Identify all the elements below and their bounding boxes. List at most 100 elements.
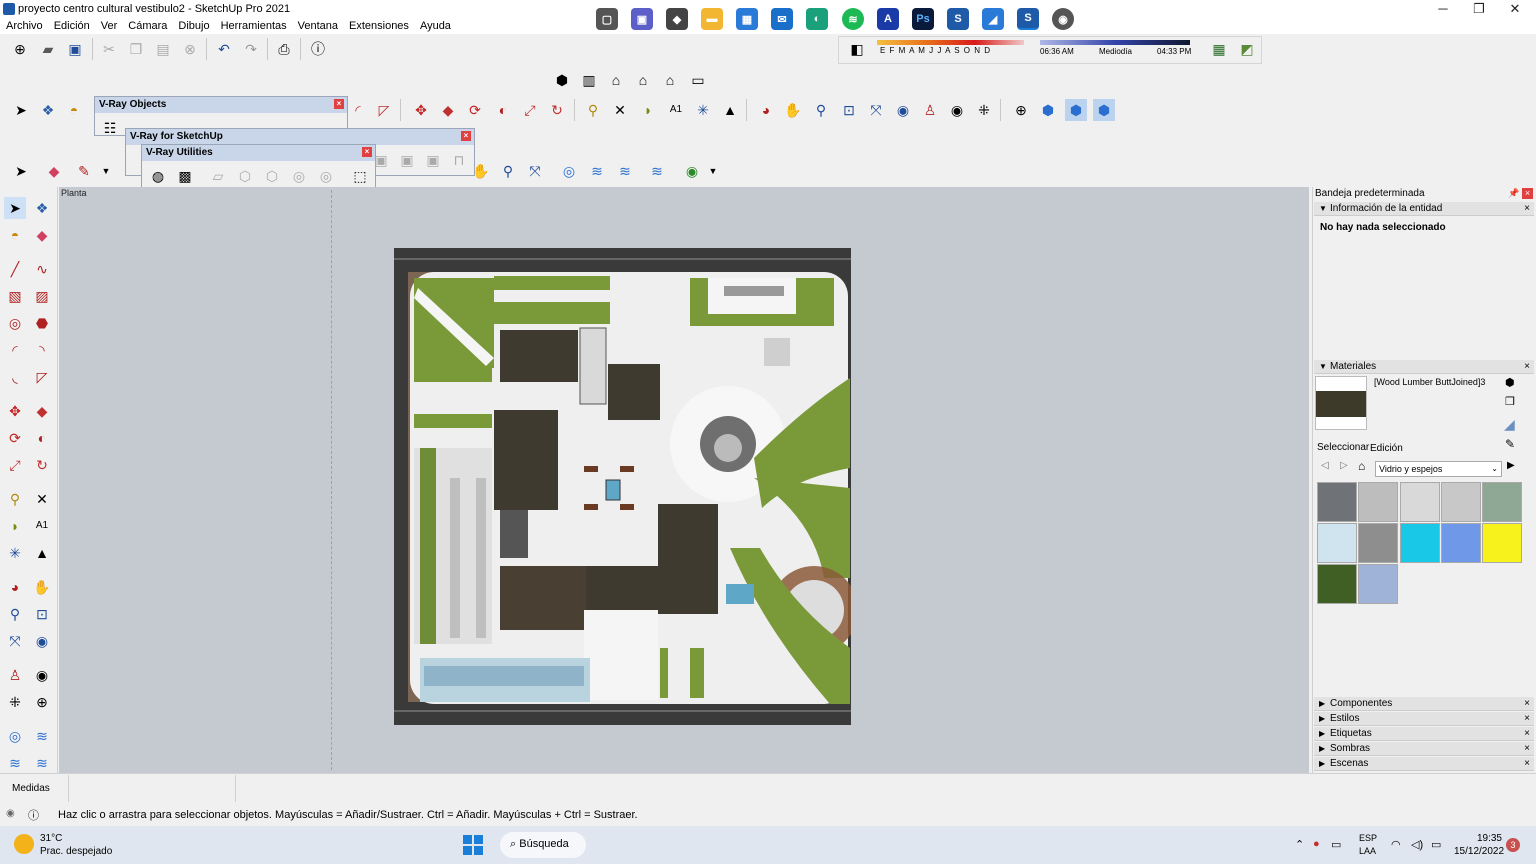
create-material-icon[interactable]: ⬢ bbox=[1505, 376, 1515, 389]
top-view-icon[interactable]: ▥ bbox=[578, 69, 600, 91]
orbit-icon[interactable]: ◕ bbox=[755, 99, 777, 121]
eraser-left-icon[interactable]: ◆ bbox=[31, 224, 53, 246]
undo-icon[interactable]: ↶ bbox=[213, 38, 235, 60]
vray-proxy-icon[interactable]: ▩ bbox=[174, 165, 196, 187]
front-view-icon[interactable]: ⌂ bbox=[605, 69, 627, 91]
material-swatch[interactable] bbox=[1317, 564, 1357, 604]
stamp-left-icon[interactable]: ≋ bbox=[4, 752, 26, 774]
tape-left-icon[interactable]: ⚲ bbox=[4, 488, 26, 510]
arc-left-icon[interactable]: ◜ bbox=[4, 339, 26, 361]
clock-date[interactable]: 15/12/2022 bbox=[1454, 846, 1504, 857]
entity-info-header[interactable]: ▼ Información de la entidad × bbox=[1314, 202, 1534, 216]
pie-icon[interactable]: ◸ bbox=[373, 99, 395, 121]
tray-app2-icon[interactable]: ▭ bbox=[1331, 838, 1341, 851]
vray-frame-buffer-icon[interactable]: ▣ bbox=[422, 149, 444, 171]
right-view-icon[interactable]: ⌂ bbox=[632, 69, 654, 91]
section-close-icon[interactable]: × bbox=[1524, 712, 1530, 726]
paste-icon[interactable]: ▤ bbox=[152, 38, 174, 60]
sample-paint-icon[interactable]: ◢ bbox=[1504, 416, 1515, 433]
vray-sphere-icon[interactable]: ◍ bbox=[147, 165, 169, 187]
section-close-icon[interactable]: × bbox=[1524, 697, 1530, 711]
scenes-header[interactable]: ▶ Escenas × bbox=[1314, 757, 1534, 771]
3dtext-left-icon[interactable]: ▲ bbox=[31, 542, 53, 564]
make-component-icon[interactable]: ❖ bbox=[37, 99, 59, 121]
material-swatch[interactable] bbox=[1482, 482, 1522, 522]
position-camera-icon[interactable]: ♙ bbox=[919, 99, 941, 121]
smoove-left-icon[interactable]: ≋ bbox=[31, 725, 53, 747]
zoom-icon-2[interactable]: ⚲ bbox=[497, 160, 519, 182]
stamp-icon[interactable]: ≋ bbox=[614, 160, 636, 182]
pan-icon[interactable]: ✋ bbox=[782, 99, 804, 121]
close-button[interactable]: ✕ bbox=[1497, 0, 1533, 18]
lookaround-left-icon[interactable]: ◉ bbox=[31, 664, 53, 686]
vray-lock-icon[interactable]: ⊓ bbox=[448, 149, 470, 171]
pushpull-left-icon[interactable]: ◆ bbox=[31, 400, 53, 422]
cut-icon[interactable]: ✂ bbox=[98, 38, 120, 60]
new-file-icon[interactable]: ⊕ bbox=[9, 38, 31, 60]
teams-icon[interactable]: ▣ bbox=[631, 8, 653, 30]
language-bottom[interactable]: LAA bbox=[1359, 846, 1376, 856]
time-slider-track[interactable] bbox=[1040, 40, 1190, 45]
scale-icon[interactable]: ⤢ bbox=[519, 99, 541, 121]
file-explorer-icon[interactable]: ▬ bbox=[701, 8, 723, 30]
axes-left-icon[interactable]: ✳ bbox=[4, 542, 26, 564]
rectangle-left-icon[interactable]: ▧ bbox=[4, 285, 26, 307]
volume-icon[interactable]: ◁) bbox=[1411, 838, 1423, 851]
vray-sketchup-header[interactable]: V-Ray for SketchUp × bbox=[126, 129, 474, 145]
pencil-dropdown-icon[interactable]: ▼ bbox=[95, 160, 117, 182]
material-swatch[interactable] bbox=[1482, 523, 1522, 563]
pencil-icon[interactable]: ✎ bbox=[73, 160, 95, 182]
scale-left-icon[interactable]: ⤢ bbox=[4, 454, 26, 476]
account-dropdown-icon[interactable]: ▼ bbox=[702, 160, 724, 182]
pan-left-icon[interactable]: ✋ bbox=[31, 576, 53, 598]
protractor-left-icon[interactable]: ◗ bbox=[4, 515, 26, 537]
push-pull-icon[interactable]: ◆ bbox=[437, 99, 459, 121]
drape-icon[interactable]: ≋ bbox=[646, 160, 668, 182]
tray-app-icon[interactable]: ● bbox=[1313, 838, 1320, 850]
arc3-left-icon[interactable]: ◟ bbox=[4, 366, 26, 388]
material-swatch[interactable] bbox=[1358, 564, 1398, 604]
paint-bucket-icon[interactable]: ◓ bbox=[63, 99, 85, 121]
shadows-header[interactable]: ▶ Sombras × bbox=[1314, 742, 1534, 756]
rotate-icon[interactable]: ⟳ bbox=[464, 99, 486, 121]
vray-objects-close-icon[interactable]: × bbox=[334, 99, 344, 109]
section-plane-icon[interactable]: ⊕ bbox=[1010, 99, 1032, 121]
zoomwin-left-icon[interactable]: ⊡ bbox=[31, 603, 53, 625]
iso-view-icon[interactable]: ⬢ bbox=[551, 69, 573, 91]
section-fill-icon[interactable]: ⬢ bbox=[1093, 99, 1115, 121]
orbit-left-icon[interactable]: ◕ bbox=[4, 576, 26, 598]
material-swatch[interactable] bbox=[1400, 523, 1440, 563]
move-icon[interactable]: ✥ bbox=[410, 99, 432, 121]
vray-box2-icon[interactable]: ⬡ bbox=[261, 165, 283, 187]
autocad-icon[interactable]: A bbox=[877, 8, 899, 30]
zoom-left-icon[interactable]: ⚲ bbox=[4, 603, 26, 625]
spotify-icon[interactable]: ≋ bbox=[842, 8, 864, 30]
obs-icon[interactable]: ◉ bbox=[1052, 8, 1074, 30]
task-view-icon[interactable]: ▢ bbox=[596, 8, 618, 30]
minimize-button[interactable]: ─ bbox=[1425, 0, 1461, 18]
material-swatch[interactable] bbox=[1441, 523, 1481, 563]
tray-chevron-icon[interactable]: ⌃ bbox=[1295, 838, 1304, 851]
language-top[interactable]: ESP bbox=[1359, 833, 1377, 843]
offset-left-icon[interactable]: ↻ bbox=[31, 454, 53, 476]
vray-interactive-icon[interactable]: ▣ bbox=[396, 149, 418, 171]
weather-icon[interactable] bbox=[14, 834, 34, 854]
site-plan-model[interactable] bbox=[394, 248, 851, 725]
start-button[interactable] bbox=[463, 835, 483, 855]
tray-pin-icon[interactable]: 📌 bbox=[1508, 188, 1519, 199]
vray-plane-icon[interactable]: ▱ bbox=[207, 165, 229, 187]
axes-icon[interactable]: ✳ bbox=[692, 99, 714, 121]
select-tool-icon[interactable]: ➤ bbox=[10, 99, 32, 121]
components-header[interactable]: ▶ Componentes × bbox=[1314, 697, 1534, 711]
material-swatch[interactable] bbox=[1441, 482, 1481, 522]
sketchup-taskbar-icon[interactable]: S bbox=[947, 8, 969, 30]
redo-icon[interactable]: ↷ bbox=[240, 38, 262, 60]
zoom-extents-icon[interactable]: ⤧ bbox=[865, 99, 887, 121]
previous-view-icon[interactable]: ◉ bbox=[892, 99, 914, 121]
vray-utilities-header[interactable]: V-Ray Utilities × bbox=[142, 145, 375, 161]
walk-left-icon[interactable]: ⁜ bbox=[4, 691, 26, 713]
taskbar-search[interactable]: ⌕ Búsqueda bbox=[500, 832, 586, 858]
rotate-left-icon[interactable]: ⟳ bbox=[4, 427, 26, 449]
walk-icon[interactable]: ⁜ bbox=[973, 99, 995, 121]
look-around-icon[interactable]: ◉ bbox=[946, 99, 968, 121]
